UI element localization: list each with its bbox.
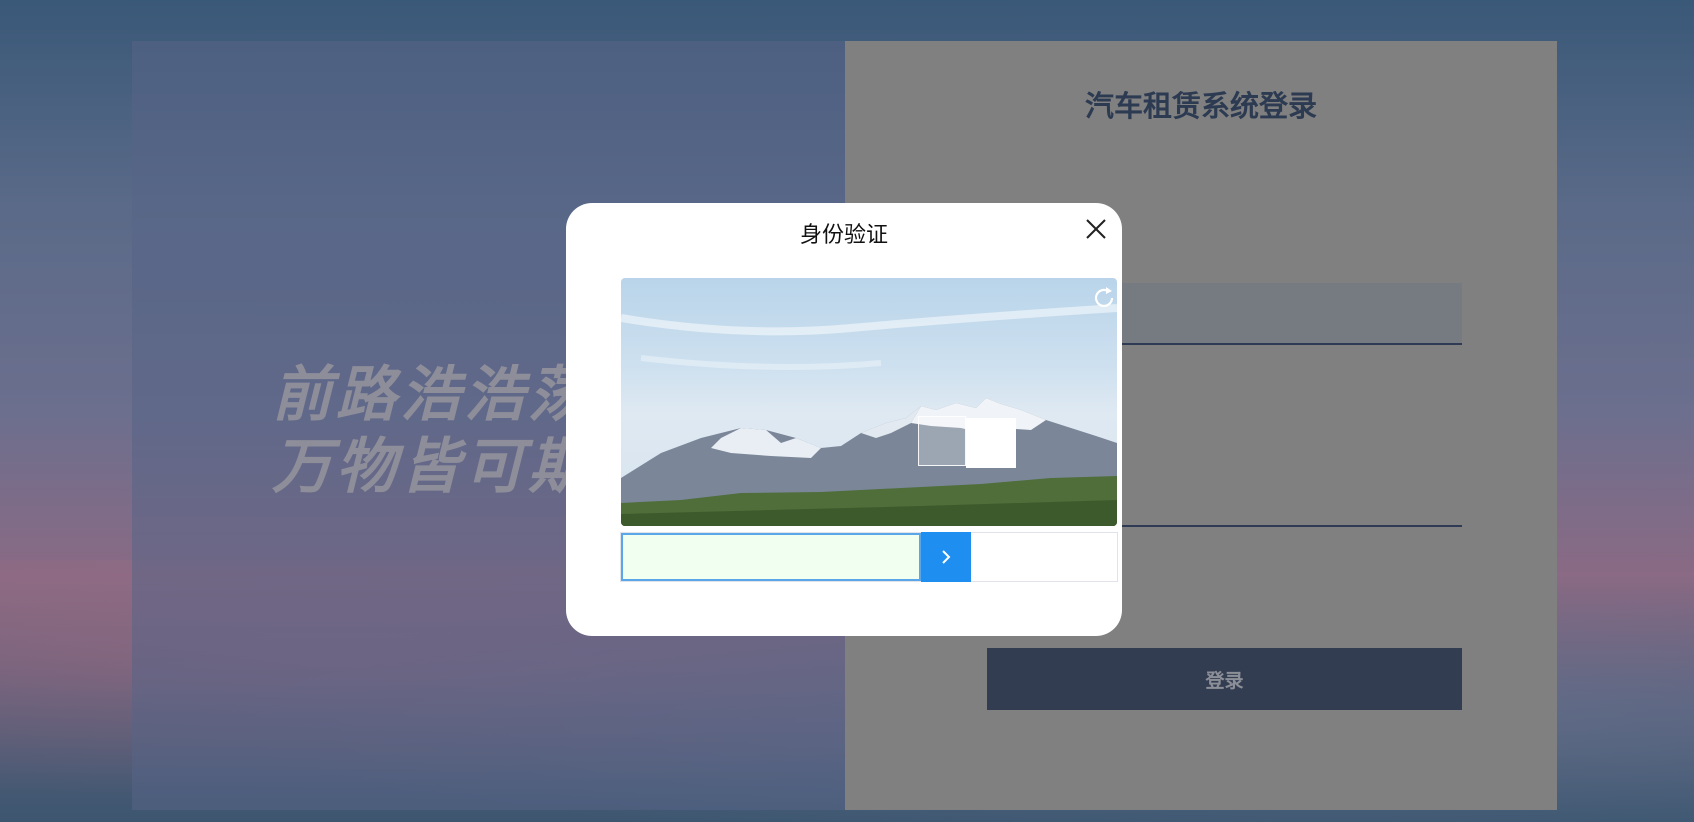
puzzle-slot	[918, 416, 966, 466]
refresh-icon[interactable]	[1091, 285, 1117, 311]
slider-progress	[621, 533, 921, 581]
chevron-right-icon	[942, 550, 951, 564]
mountain-landscape	[621, 304, 1117, 526]
captcha-title: 身份验证	[799, 223, 888, 248]
slider-handle[interactable]	[921, 532, 971, 582]
slider-track[interactable]	[620, 532, 1118, 582]
puzzle-piece	[966, 418, 1016, 468]
close-icon[interactable]	[1084, 217, 1108, 241]
captcha-image	[621, 278, 1117, 526]
captcha-dialog: 身份验证	[566, 203, 1122, 636]
